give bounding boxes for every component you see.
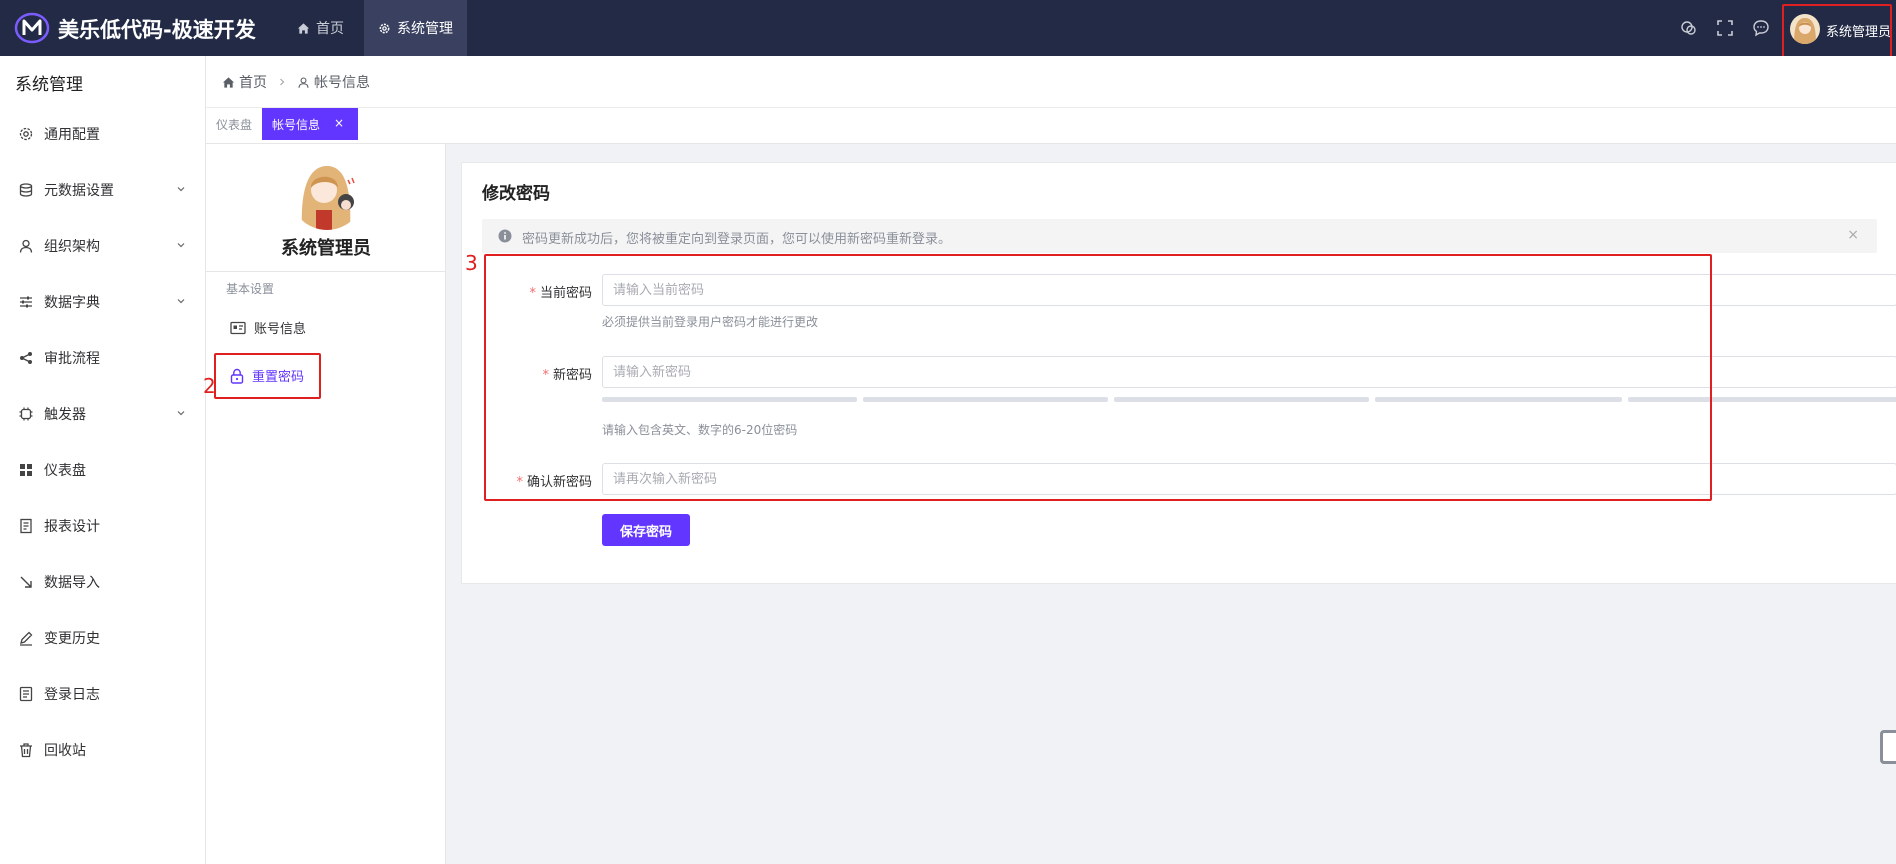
breadcrumb-home[interactable]: 首页 bbox=[239, 72, 267, 92]
import-arrow-icon bbox=[20, 576, 32, 588]
home-icon bbox=[222, 76, 235, 88]
chevron-down-icon bbox=[177, 243, 185, 248]
trash-icon bbox=[20, 743, 32, 758]
sidebar-item-label: 数据字典 bbox=[44, 295, 100, 311]
chevron-down-icon bbox=[177, 187, 185, 192]
breadcrumb-bar: 首页 帐号信息 bbox=[206, 56, 1896, 108]
sidebar-item-label: 触发器 bbox=[44, 407, 86, 423]
sidebar-item-dictionary[interactable]: 数据字典 bbox=[0, 282, 206, 322]
tabs-bar: 仪表盘 帐号信息 × bbox=[206, 108, 1896, 144]
tab-account-info[interactable]: 帐号信息 × bbox=[262, 108, 358, 140]
card-title: 修改密码 bbox=[482, 184, 550, 204]
sidebar-item-trigger[interactable]: 触发器 bbox=[0, 394, 206, 434]
share-icon bbox=[20, 352, 32, 364]
sidebar-item-import[interactable]: 数据导入 bbox=[0, 562, 206, 602]
profile-menu-label: 账号信息 bbox=[254, 322, 307, 337]
sidebar-item-history[interactable]: 变更历史 bbox=[0, 618, 206, 658]
sidebar-title: 系统管理 bbox=[15, 75, 83, 95]
profile-avatar bbox=[290, 156, 364, 230]
profile-name: 系统管理员 bbox=[281, 238, 371, 259]
chevron-right-icon bbox=[280, 78, 285, 86]
gear-icon bbox=[19, 127, 33, 141]
topnav-home[interactable]: 首页 bbox=[283, 0, 358, 56]
annotation-2: 2 bbox=[203, 374, 216, 398]
log-icon bbox=[19, 686, 33, 702]
sidebar-item-label: 元数据设置 bbox=[44, 183, 114, 199]
sidebar-item-organization[interactable]: 组织架构 bbox=[0, 226, 206, 266]
close-icon[interactable]: × bbox=[334, 116, 344, 130]
id-card-icon bbox=[230, 321, 246, 334]
sidebar-item-label: 数据导入 bbox=[44, 575, 100, 591]
brand-title: 美乐低代码-极速开发 bbox=[58, 18, 256, 42]
user-menu[interactable]: 系统管理员 bbox=[1782, 4, 1892, 58]
sidebar-item-dashboard[interactable]: 仪表盘 bbox=[0, 450, 206, 490]
divider bbox=[206, 271, 446, 272]
profile-menu-account-info[interactable]: 账号信息 bbox=[230, 318, 306, 337]
breadcrumb-current: 帐号信息 bbox=[314, 75, 370, 91]
top-bar: 美乐低代码-极速开发 首页 系统管理 系统管理员 bbox=[0, 0, 1896, 58]
sidebar-item-label: 通用配置 bbox=[44, 127, 100, 143]
sidebar: 系统管理 通用配置 元数据设置 组织架构 数据字典 审批流程 触发器 仪表盘 报… bbox=[0, 56, 206, 864]
sidebar-item-general-config[interactable]: 通用配置 bbox=[0, 114, 206, 154]
translate-icon[interactable] bbox=[1679, 18, 1699, 38]
message-icon[interactable] bbox=[1751, 18, 1771, 38]
annotation-3: 3 bbox=[465, 251, 478, 275]
chevron-down-icon bbox=[177, 299, 185, 304]
edit-icon bbox=[20, 631, 33, 646]
user-icon bbox=[19, 239, 33, 253]
sidebar-item-label: 组织架构 bbox=[44, 239, 100, 255]
topnav-system[interactable]: 系统管理 bbox=[364, 0, 467, 56]
profile-panel: 系统管理员 基本设置 账号信息 重置密码 bbox=[206, 144, 446, 864]
breadcrumb: 首页 帐号信息 bbox=[222, 72, 370, 92]
sidebar-item-label: 变更历史 bbox=[44, 631, 100, 647]
annotation-box-3 bbox=[484, 254, 1712, 501]
notice-text: 密码更新成功后，您将被重定向到登录页面，您可以使用新密码重新登录。 bbox=[522, 232, 952, 247]
logo-icon bbox=[14, 12, 50, 44]
chip-icon bbox=[19, 407, 33, 421]
database-icon bbox=[19, 183, 33, 197]
sliders-icon bbox=[20, 296, 32, 308]
sidebar-item-recycle-bin[interactable]: 回收站 bbox=[0, 730, 206, 770]
sidebar-item-label: 仪表盘 bbox=[44, 463, 86, 479]
drawer-handle[interactable] bbox=[1880, 730, 1896, 764]
user-name: 系统管理员 bbox=[1826, 25, 1892, 40]
tab-dashboard[interactable]: 仪表盘 bbox=[216, 116, 252, 133]
sidebar-item-label: 报表设计 bbox=[44, 519, 100, 535]
sidebar-item-label: 登录日志 bbox=[44, 687, 100, 703]
close-icon[interactable]: × bbox=[1847, 227, 1859, 243]
topnav-home-label: 首页 bbox=[316, 21, 344, 37]
annotation-box-2 bbox=[214, 353, 321, 399]
tab-label: 帐号信息 bbox=[272, 117, 321, 132]
sidebar-item-login-log[interactable]: 登录日志 bbox=[0, 674, 206, 714]
sidebar-item-label: 审批流程 bbox=[44, 351, 100, 367]
sidebar-item-metadata[interactable]: 元数据设置 bbox=[0, 170, 206, 210]
grid-icon bbox=[20, 464, 32, 476]
profile-section-label: 基本设置 bbox=[226, 282, 275, 296]
sidebar-item-report[interactable]: 报表设计 bbox=[0, 506, 206, 546]
avatar bbox=[1790, 14, 1820, 44]
fullscreen-icon[interactable] bbox=[1715, 18, 1735, 38]
chevron-down-icon bbox=[177, 411, 185, 416]
notice-alert: 密码更新成功后，您将被重定向到登录页面，您可以使用新密码重新登录。 × bbox=[482, 219, 1877, 253]
topnav-system-label: 系统管理 bbox=[397, 21, 453, 37]
home-icon bbox=[297, 22, 310, 34]
user-icon bbox=[298, 77, 309, 88]
info-icon bbox=[498, 229, 512, 243]
report-icon bbox=[20, 518, 32, 534]
sidebar-item-approval[interactable]: 审批流程 bbox=[0, 338, 206, 378]
gear-icon bbox=[379, 23, 390, 33]
save-password-button[interactable]: 保存密码 bbox=[602, 514, 690, 546]
sidebar-item-label: 回收站 bbox=[44, 743, 86, 759]
